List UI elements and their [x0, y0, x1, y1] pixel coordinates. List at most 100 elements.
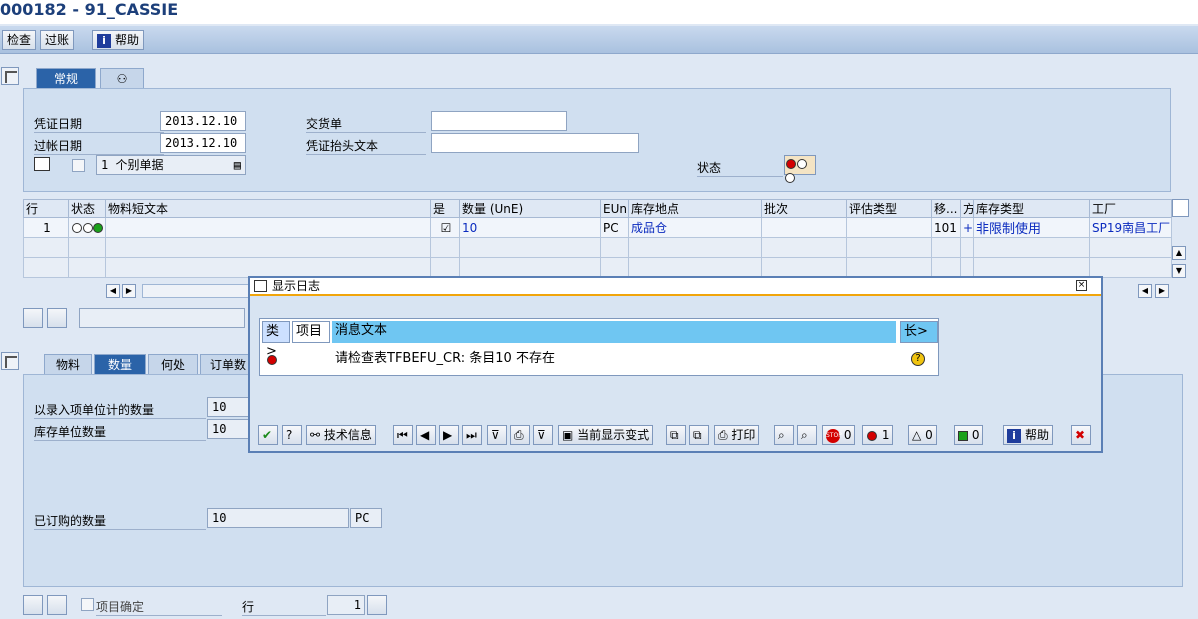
table-row[interactable]: 1 ☑ 10 PC 成品仓 101 + 非限制使用 SP19南昌工厂	[23, 217, 1172, 238]
plant-cell[interactable]: SP19南昌工厂	[1089, 217, 1172, 238]
post-button[interactable]: 过账	[40, 30, 75, 50]
dialog-close-icon[interactable]: ×	[1076, 280, 1087, 291]
previous-item-icon[interactable]	[23, 595, 43, 615]
help-question-icon[interactable]: ?	[282, 425, 302, 445]
tab-partner[interactable]: ⚇	[100, 68, 144, 88]
cancel-icon[interactable]: ✖	[1071, 425, 1091, 445]
sloc-cell[interactable]: 成品仓	[628, 217, 762, 238]
confirm-icon[interactable]: ✔	[258, 425, 278, 445]
printer-icon[interactable]	[34, 157, 50, 171]
stocktype-cell[interactable]: 非限制使用	[973, 217, 1090, 238]
qty-ordered-field[interactable]: 10	[207, 508, 349, 528]
horizontal-scrollbar[interactable]	[142, 284, 252, 298]
print-button[interactable]: ⎙ 打印	[714, 425, 760, 445]
scroll-left-end-icon[interactable]: ◀	[1138, 284, 1152, 298]
col-valtype[interactable]: 评估类型	[846, 199, 932, 218]
next-item-icon[interactable]	[47, 595, 67, 615]
post-date-field[interactable]: 2013.12.10	[160, 133, 246, 153]
col-eun[interactable]: EUn	[600, 199, 629, 218]
success-count: 0	[971, 428, 980, 442]
scroll-right-icon[interactable]: ▶	[122, 284, 136, 298]
table-row[interactable]	[23, 237, 1172, 258]
col-msg[interactable]: 消息文本	[332, 321, 896, 343]
warning-filter-button[interactable]: △ 0	[908, 425, 937, 445]
question-icon[interactable]: ?	[911, 352, 925, 366]
col-mvt[interactable]: 移...	[931, 199, 961, 218]
col-qty[interactable]: 数量 (UnE)	[459, 199, 601, 218]
col-desc[interactable]: 物料短文本	[105, 199, 431, 218]
doc-date-label: 凭证日期	[34, 115, 164, 133]
doc-date-field[interactable]: 2013.12.10	[160, 111, 246, 131]
sum-icon[interactable]: ⎙	[510, 425, 530, 445]
header-text-label: 凭证抬头文本	[306, 137, 426, 155]
valtype-cell[interactable]	[846, 217, 932, 238]
help-button[interactable]: i 帮助	[92, 30, 145, 50]
col-stocktype[interactable]: 库存类型	[973, 199, 1090, 218]
dialog-help-button[interactable]: i 帮助	[1003, 425, 1054, 445]
find-icon[interactable]: ⌕	[774, 425, 794, 445]
stop-filter-button[interactable]: STOP 0	[822, 425, 856, 445]
info-icon: i	[1007, 428, 1021, 443]
col-ok[interactable]: 是	[430, 199, 460, 218]
tab-general[interactable]: 常规	[36, 68, 96, 88]
line-cell[interactable]: 1	[23, 217, 69, 238]
slip-option-select[interactable]: 1 个别单据 ▤	[96, 155, 246, 175]
scroll-down-icon[interactable]: ▼	[1172, 264, 1186, 278]
col-item[interactable]: 项目	[292, 321, 330, 343]
item-ok-checkbox[interactable]	[81, 598, 94, 611]
help-label: 帮助	[115, 33, 140, 47]
window-title: 000182 - 91_CASSIE	[0, 0, 1198, 24]
dialog-help-label: 帮助	[1025, 428, 1050, 442]
eun-cell[interactable]: PC	[600, 217, 629, 238]
first-page-icon[interactable]: ⏮	[393, 425, 413, 445]
filter-icon[interactable]	[47, 308, 67, 328]
find-next-icon[interactable]: ⌕	[797, 425, 817, 445]
collapse-header-icon[interactable]	[1, 67, 19, 85]
col-batch[interactable]: 批次	[761, 199, 847, 218]
header-text-field[interactable]	[431, 133, 639, 153]
qty-ordered-unit[interactable]: PC	[350, 508, 382, 528]
col-plant[interactable]: 工厂	[1089, 199, 1172, 218]
people-icon: ⚇	[116, 72, 128, 86]
grid-settings-icon[interactable]	[1172, 199, 1189, 217]
paste-icon[interactable]: ⧉	[689, 425, 709, 445]
line-select-icon[interactable]	[367, 595, 387, 615]
copy-icon[interactable]: ⧉	[666, 425, 686, 445]
scroll-right-end-icon[interactable]: ▶	[1155, 284, 1169, 298]
print-checkbox[interactable]	[72, 159, 85, 172]
last-page-icon[interactable]: ⏭	[462, 425, 482, 445]
print-list-icon[interactable]	[23, 308, 43, 328]
col-line[interactable]: 行	[23, 199, 69, 218]
message-text[interactable]: 请检查表TFBEFU_CR: 条目10 不存在	[332, 349, 896, 371]
filter-icon[interactable]: ⊽	[487, 425, 507, 445]
tab-where[interactable]: 何处	[148, 354, 198, 374]
col-len[interactable]: 长>	[900, 321, 938, 343]
tab-material[interactable]: 物料	[44, 354, 92, 374]
desc-cell[interactable]	[105, 217, 431, 238]
tab-quantity[interactable]: 数量	[94, 354, 146, 374]
success-filter-button[interactable]: 0	[954, 425, 984, 445]
col-status[interactable]: 状态	[68, 199, 106, 218]
col-sloc[interactable]: 库存地点	[628, 199, 762, 218]
previous-page-icon[interactable]: ◀	[416, 425, 436, 445]
scroll-up-icon[interactable]: ▲	[1172, 246, 1186, 260]
check-button[interactable]: 检查	[2, 30, 37, 50]
table-row[interactable]	[23, 257, 1172, 278]
col-type[interactable]: 类>	[262, 321, 290, 359]
command-field[interactable]	[79, 308, 245, 328]
col-dir[interactable]: 方	[960, 199, 974, 218]
qty-cell[interactable]: 10	[459, 217, 601, 238]
batch-cell[interactable]	[761, 217, 847, 238]
layout-variant-button[interactable]: ▣ 当前显示变式	[558, 425, 654, 445]
subtotal-icon[interactable]: ⊽	[533, 425, 553, 445]
next-page-icon[interactable]: ▶	[439, 425, 459, 445]
tech-info-button[interactable]: ⚯ 技术信息	[306, 425, 376, 445]
error-filter-button[interactable]: 1	[862, 425, 894, 445]
collapse-item-icon[interactable]	[1, 352, 19, 370]
ok-checkbox[interactable]: ☑	[430, 217, 460, 238]
line-label: 行	[242, 598, 326, 616]
mvt-cell[interactable]: 101	[931, 217, 961, 238]
line-field[interactable]: 1	[327, 595, 365, 615]
delivery-field[interactable]	[431, 111, 567, 131]
scroll-left-icon[interactable]: ◀	[106, 284, 120, 298]
